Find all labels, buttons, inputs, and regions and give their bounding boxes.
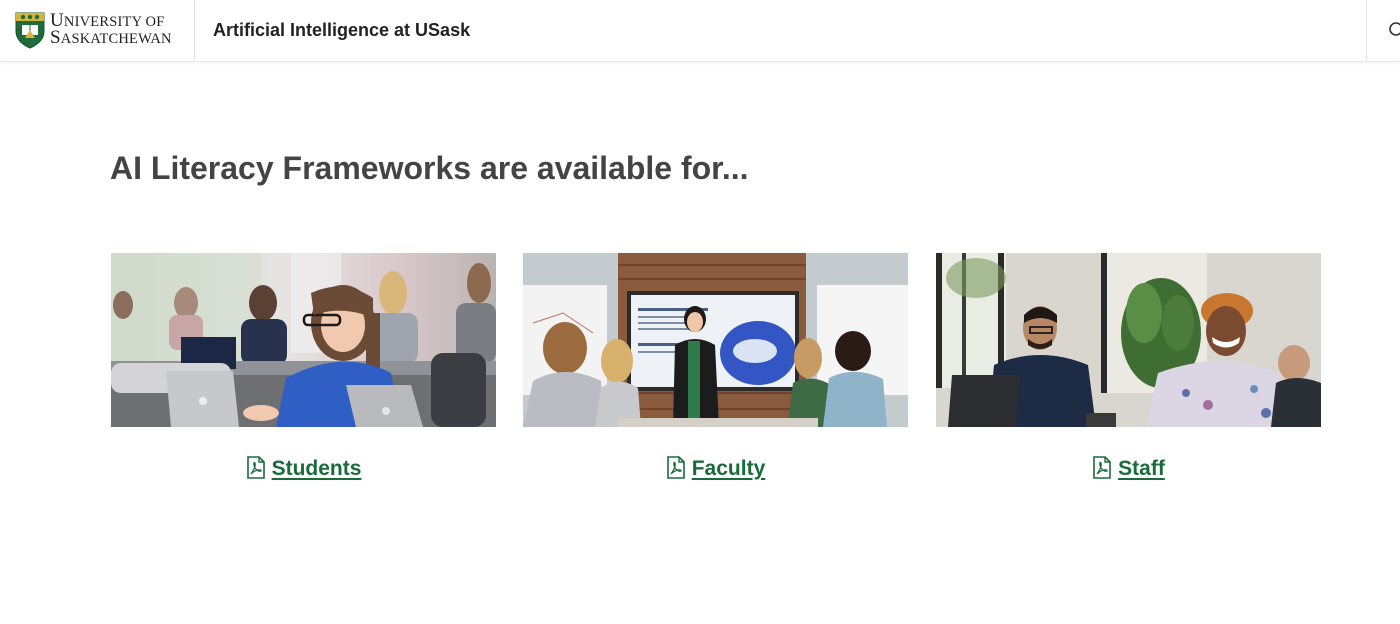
faculty-photo	[523, 253, 908, 427]
pdf-icon	[246, 456, 265, 479]
page-heading: AI Literacy Frameworks are available for…	[110, 150, 749, 186]
site-title[interactable]: Artificial Intelligence at USask	[213, 20, 470, 41]
students-link-label: Students	[271, 457, 362, 480]
framework-card-staff: Staff	[936, 253, 1321, 493]
wordmark: UNIVERSITY OF SASKATCHEWAN	[50, 11, 172, 48]
search-button[interactable]	[1380, 19, 1400, 43]
staff-photo	[936, 253, 1321, 427]
staff-framework-link[interactable]: Staff	[936, 456, 1321, 481]
search-icon	[1389, 22, 1400, 36]
site-header: UNIVERSITY OF SASKATCHEWAN Artificial In…	[0, 0, 1400, 62]
students-framework-link[interactable]: Students	[111, 456, 496, 481]
logo-initial-2: S	[50, 27, 61, 48]
logo-line2: ASKATCHEWAN	[60, 31, 172, 47]
students-photo	[111, 253, 496, 427]
faculty-framework-link[interactable]: Faculty	[523, 456, 908, 481]
header-divider	[194, 0, 195, 61]
staff-link-label: Staff	[1118, 457, 1165, 480]
pdf-icon	[1093, 456, 1111, 479]
logo-line1: NIVERSITY OF	[63, 14, 165, 30]
faculty-link-label: Faculty	[691, 457, 766, 480]
crest-icon	[15, 12, 45, 49]
framework-card-faculty: Faculty	[523, 253, 908, 493]
usask-logo[interactable]: UNIVERSITY OF SASKATCHEWAN	[14, 11, 184, 49]
framework-card-students: Students	[111, 253, 496, 493]
header-divider	[1366, 0, 1367, 61]
pdf-icon	[666, 456, 685, 479]
